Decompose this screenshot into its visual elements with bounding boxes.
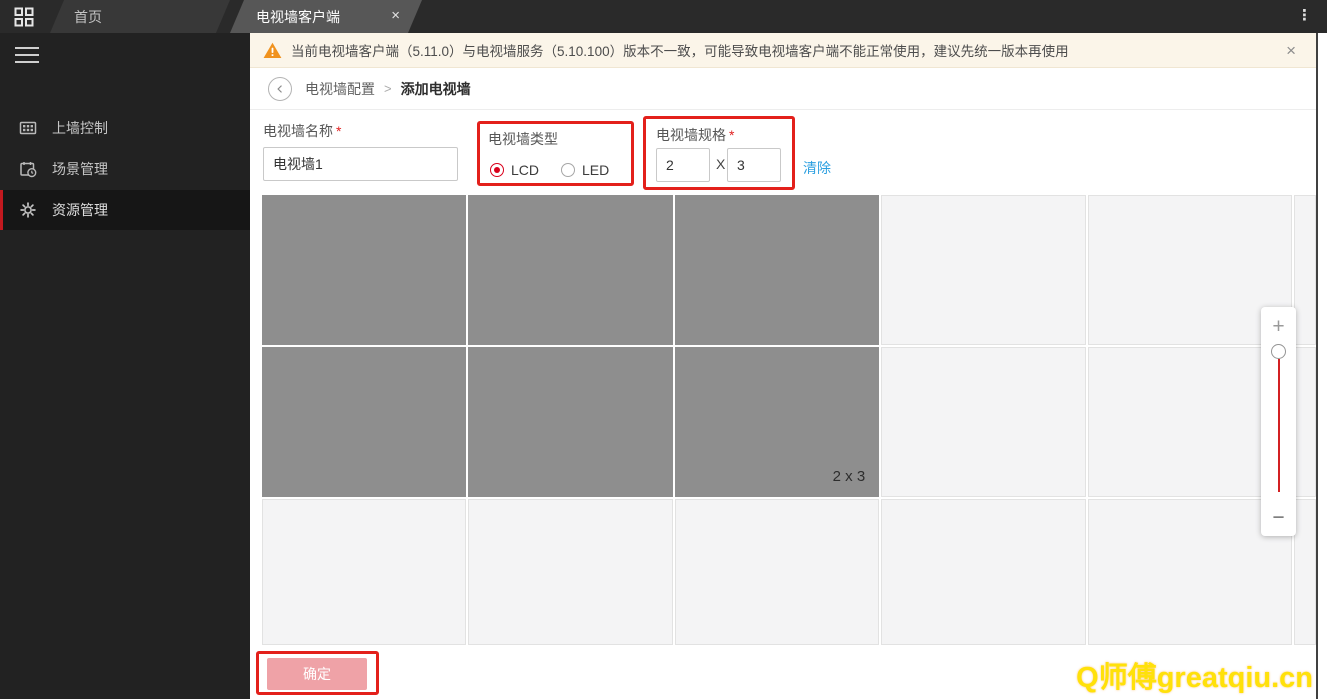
grid-cell[interactable] xyxy=(1294,347,1316,497)
app-launcher-grid-icon[interactable] xyxy=(14,7,34,27)
sidebar-item-wall-control[interactable]: 上墙控制 xyxy=(0,108,250,148)
breadcrumb-current: 添加电视墙 xyxy=(401,79,471,99)
content-right-border xyxy=(1316,33,1318,699)
zoom-in-icon[interactable]: + xyxy=(1261,315,1296,339)
tab-close-icon[interactable]: × xyxy=(391,8,400,24)
sidebar-item-label: 上墙控制 xyxy=(52,118,108,138)
tab-active-label: 电视墙客户端 xyxy=(256,7,340,27)
tab-home[interactable]: 首页 xyxy=(50,0,230,33)
zoom-slider-panel: + − xyxy=(1261,307,1296,536)
grid-cell[interactable] xyxy=(262,195,466,345)
confirm-button[interactable]: 确定 xyxy=(267,658,367,690)
clear-link[interactable]: 清除 xyxy=(803,158,831,178)
warning-text: 当前电视墙客户端（5.11.0）与电视墙服务（5.10.100）版本不一致，可能… xyxy=(291,40,1069,60)
collapse-menu-icon[interactable] xyxy=(15,47,39,68)
radio-indicator-lcd[interactable] xyxy=(490,163,504,177)
grid-cell[interactable] xyxy=(881,195,1085,345)
breadcrumb-parent[interactable]: 电视墙配置 xyxy=(305,79,375,99)
grid-cell[interactable] xyxy=(675,499,879,645)
breadcrumb: 电视墙配置 > 添加电视墙 xyxy=(250,68,1318,110)
tab-home-label: 首页 xyxy=(74,7,102,27)
resource-manage-icon xyxy=(19,201,37,219)
radio-indicator-led[interactable] xyxy=(561,163,575,177)
wall-type-label: 电视墙类型 xyxy=(488,129,558,149)
grid-cell[interactable] xyxy=(1294,195,1316,345)
grid-cell[interactable] xyxy=(262,499,466,645)
sidebar-item-scene-manage[interactable]: 场景管理 xyxy=(0,149,250,189)
wall-type-radio-group: LCD LED xyxy=(490,162,631,178)
wall-spec-label: 电视墙规格* xyxy=(656,125,734,145)
radio-option-lcd[interactable]: LCD xyxy=(490,162,539,178)
spec-cols-input[interactable] xyxy=(727,148,781,182)
selection-size-label: 2 x 3 xyxy=(833,468,866,485)
grid-cell[interactable] xyxy=(468,347,672,497)
wall-name-label: 电视墙名称* xyxy=(263,121,341,141)
chevron-left-icon xyxy=(274,83,286,95)
tab-video-wall-client[interactable]: 电视墙客户端 × xyxy=(230,0,422,33)
grid-cell[interactable] xyxy=(262,347,466,497)
banner-close-icon[interactable]: × xyxy=(1286,41,1296,61)
radio-option-led[interactable]: LED xyxy=(561,162,609,178)
radio-label-led: LED xyxy=(582,162,609,178)
breadcrumb-separator-icon: > xyxy=(384,81,392,96)
grid-cell[interactable] xyxy=(468,499,672,645)
wall-name-input[interactable] xyxy=(263,147,458,181)
required-asterisk: * xyxy=(336,123,341,139)
sidebar-item-label: 场景管理 xyxy=(52,159,108,179)
radio-label-lcd: LCD xyxy=(511,162,539,178)
grid-cell[interactable]: 2 x 3 xyxy=(675,347,879,497)
sidebar-item-label: 资源管理 xyxy=(52,200,108,220)
spec-rows-input[interactable] xyxy=(656,148,710,182)
grid-cell[interactable] xyxy=(468,195,672,345)
zoom-slider-handle[interactable] xyxy=(1271,344,1286,359)
required-asterisk: * xyxy=(729,127,734,143)
grid-cell[interactable] xyxy=(675,195,879,345)
watermark-text: Q师傅greatqiu.cn xyxy=(1076,654,1313,696)
sidebar-item-resource-manage[interactable]: 资源管理 xyxy=(0,190,250,230)
grid-cell[interactable] xyxy=(881,347,1085,497)
back-button[interactable] xyxy=(268,77,292,101)
top-tab-bar: 首页 电视墙客户端 × ⋮ xyxy=(0,0,1327,33)
grid-cell[interactable] xyxy=(881,499,1085,645)
wall-grid: 2 x 3 xyxy=(262,195,1316,645)
sidebar: 上墙控制 场景管理 xyxy=(0,33,250,699)
scene-manage-icon xyxy=(19,160,37,178)
spec-multiply-label: X xyxy=(716,156,725,172)
wall-control-icon xyxy=(19,119,37,137)
zoom-out-icon[interactable]: − xyxy=(1261,506,1296,530)
video-wall-client-window: 首页 电视墙客户端 × ⋮ 上墙控制 xyxy=(0,0,1327,699)
more-options-icon[interactable]: ⋮ xyxy=(1297,6,1312,24)
zoom-slider-track[interactable] xyxy=(1278,359,1281,492)
version-warning-banner: 当前电视墙客户端（5.11.0）与电视墙服务（5.10.100）版本不一致，可能… xyxy=(250,33,1318,68)
grid-cell[interactable] xyxy=(1294,499,1316,645)
warning-icon xyxy=(263,42,282,59)
